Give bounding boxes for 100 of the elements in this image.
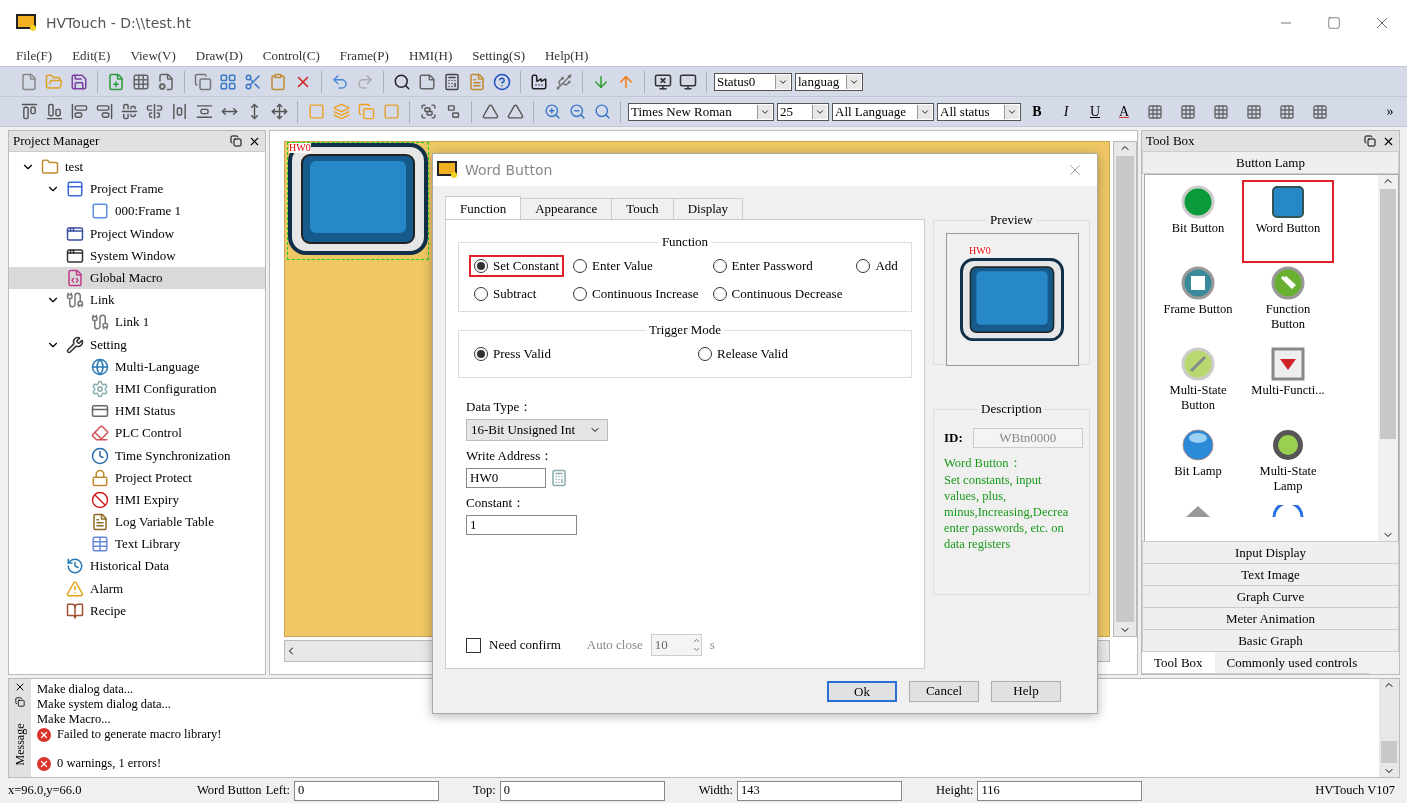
constant-field[interactable]: 1 [466,515,577,535]
radio-option[interactable]: Press Valid [469,343,556,365]
radio-option[interactable]: Continuous Increase [568,283,704,305]
menu-item[interactable]: Draw(D) [195,47,243,64]
language-select[interactable]: All Language [832,102,934,121]
tool-item[interactable]: Function Button [1243,262,1333,343]
italic-button[interactable]: I [1053,100,1079,123]
section-header[interactable]: Button Lamp [1142,151,1399,174]
bold-button[interactable]: B [1024,100,1050,123]
radio-option[interactable]: Enter Password [707,255,818,277]
section-header[interactable]: Graph Curve [1142,585,1399,608]
scrollbar-thumb[interactable] [1381,741,1397,763]
close-icon[interactable] [14,681,26,693]
radio-option[interactable]: Continuous Decrease [707,283,848,305]
selected-widget[interactable]: HW0 [287,142,429,260]
tree-item[interactable]: Link [9,289,265,312]
section-header[interactable]: Basic Graph [1142,629,1399,652]
maximize-icon[interactable] [1327,15,1341,30]
language-select[interactable]: languag [795,72,863,91]
tool-item[interactable]: Multi-State Lamp [1243,424,1333,505]
tree-item[interactable]: Project Protect [9,466,265,489]
height-field[interactable]: 116 [977,780,1143,801]
tree-item[interactable]: Project Frame [9,178,265,201]
left-field[interactable]: 0 [293,780,439,801]
vertical-scrollbar[interactable] [1378,175,1398,541]
menu-item[interactable]: Control(C) [262,47,320,64]
tool-item[interactable]: Multi-Functi... [1243,343,1333,424]
address-field[interactable]: HW0 [466,468,546,488]
menu-item[interactable]: Edit(E) [72,47,111,64]
caret-icon[interactable] [757,104,772,119]
tree-item[interactable]: Alarm [9,577,265,600]
radio-option[interactable]: Set Constant [469,255,565,277]
vertical-scrollbar[interactable] [1113,141,1137,637]
tree-item[interactable]: Text Library [9,533,265,556]
menu-item[interactable]: File(F) [16,47,53,64]
tree-item[interactable]: Link 1 [9,311,265,334]
tool-item[interactable]: Bit Lamp [1153,424,1243,505]
tab[interactable]: Display [672,198,744,220]
menu-item[interactable]: HMI(H) [408,47,453,64]
text-color-button[interactable]: A [1111,100,1137,123]
tab[interactable]: Function [445,196,522,220]
tool-item[interactable]: Multi-State Button [1153,343,1243,424]
tree-item[interactable]: HMI Expiry [9,488,265,511]
width-field[interactable]: 143 [736,780,902,801]
recipe-icon [66,601,84,620]
dialog-button[interactable]: Help [991,680,1061,702]
clock-icon [91,446,109,465]
status-select[interactable]: All status [937,102,1021,121]
vertical-scrollbar[interactable] [1379,679,1399,777]
radio-option[interactable]: Enter Value [568,255,658,277]
data-type-select[interactable]: 16-Bit Unsigned Int [466,419,608,441]
radio-option[interactable]: Add [851,255,903,277]
restore-icon[interactable] [1364,135,1376,147]
tree-item[interactable]: Time Synchronization [9,444,265,467]
dialog-button[interactable]: Cancel [909,680,979,702]
status-select[interactable]: Status0 [714,72,792,91]
font-size-select[interactable]: 25 [777,102,829,121]
tree-item[interactable]: Global Macro [9,266,265,290]
tool-item[interactable]: Bit Button [1153,181,1243,262]
description-text: enter passwords, etc. on [944,520,1065,536]
menu-item[interactable]: View(V) [130,47,176,64]
radio-option[interactable]: Release Valid [693,343,793,365]
top-field[interactable]: 0 [499,780,665,801]
font-select[interactable]: Times New Roman [628,102,774,121]
menu-item[interactable]: Setting(S) [472,47,525,64]
panel-tab[interactable]: Tool Box [1142,652,1215,674]
tree-item[interactable]: Setting [9,333,265,356]
tree-item[interactable]: test [9,156,265,179]
caret-icon[interactable] [1004,104,1019,119]
scrollbar-thumb[interactable] [1380,189,1396,439]
tree-item[interactable]: Project Window [9,222,265,245]
dialog-button[interactable]: Ok [827,680,897,702]
caret-icon[interactable] [846,74,861,89]
tree-item[interactable]: HMI Status [9,400,265,423]
tree-item[interactable]: Multi-Language [9,355,265,378]
section-header[interactable]: Input Display [1142,541,1399,564]
checkbox[interactable] [466,637,481,653]
menu-item[interactable]: Frame(P) [339,47,389,64]
tree-item[interactable]: 000:Frame 1 [9,200,265,223]
radio-option[interactable]: Subtract [469,283,542,305]
tool-item[interactable]: Word Button [1243,181,1333,262]
tree-item[interactable]: System Window [9,244,265,267]
window-icon [66,224,84,243]
tree-item[interactable]: Historical Data [9,555,265,578]
tree-item[interactable]: Recipe [9,599,265,622]
tool-item[interactable]: Frame Button [1153,262,1243,343]
tree-item[interactable]: HMI Configuration [9,377,265,401]
caret-icon[interactable] [917,104,932,119]
more-button[interactable]: » [1377,100,1403,123]
scrollbar-thumb[interactable] [1116,156,1134,622]
section-header[interactable]: Text Image [1142,563,1399,586]
caret-icon[interactable] [812,104,827,119]
section-header[interactable]: Meter Animation [1142,607,1399,630]
tree-item[interactable]: Log Variable Table [9,511,265,534]
caret-icon[interactable] [775,74,790,89]
restore-icon[interactable] [15,697,25,707]
restore-icon[interactable] [230,135,242,147]
tree-item[interactable]: PLC Control [9,422,265,445]
menu-item[interactable]: Help(H) [545,47,589,64]
underline-button[interactable]: U [1082,100,1108,123]
